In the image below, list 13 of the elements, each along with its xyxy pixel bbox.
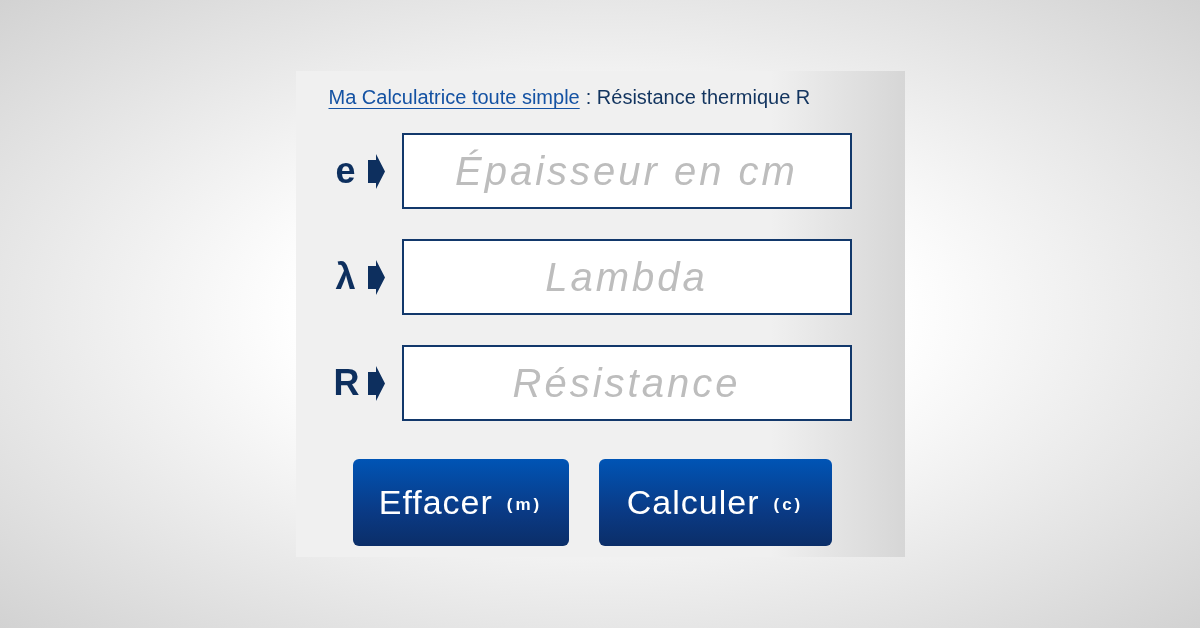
arrow-right-icon xyxy=(367,259,385,295)
input-field[interactable]: Résistance xyxy=(401,345,852,421)
arrow-right-icon xyxy=(367,365,385,401)
arrow-right-icon xyxy=(367,153,385,189)
calculator-button[interactable]: Calculer (c) xyxy=(598,459,832,546)
input-field[interactable]: Lambda xyxy=(401,239,852,315)
calculator-link[interactable]: Ma Calculatrice toute simple xyxy=(328,83,580,111)
field-symbol: λ xyxy=(334,257,357,297)
field-symbol: R xyxy=(333,363,358,403)
calculator-title: : Résistance thermique R xyxy=(585,85,811,110)
input-field[interactable]: Épaisseur en cm xyxy=(401,133,852,209)
field-symbol: e xyxy=(334,151,357,191)
calculator-button[interactable]: Effacer (m) xyxy=(352,459,569,546)
